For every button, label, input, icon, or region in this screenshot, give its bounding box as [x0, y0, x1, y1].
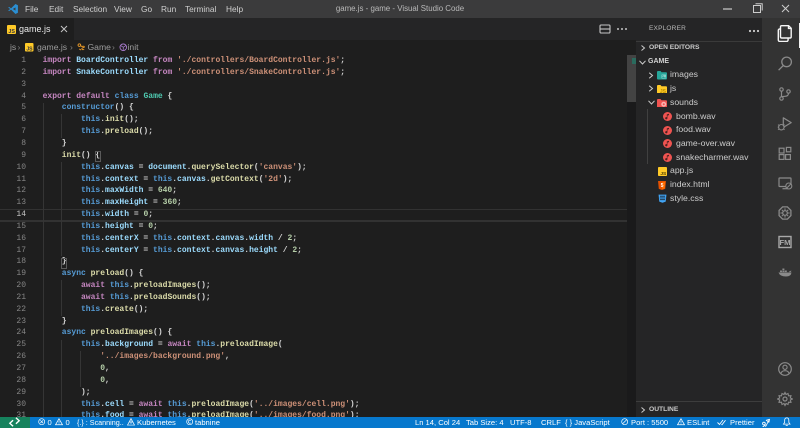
svg-text:JS: JS — [26, 47, 33, 52]
svg-text:JS: JS — [8, 29, 15, 34]
svg-text:JS: JS — [660, 171, 666, 176]
svg-text:5: 5 — [661, 183, 664, 189]
svg-text:FM: FM — [780, 238, 791, 247]
svg-text:JS: JS — [660, 89, 667, 94]
